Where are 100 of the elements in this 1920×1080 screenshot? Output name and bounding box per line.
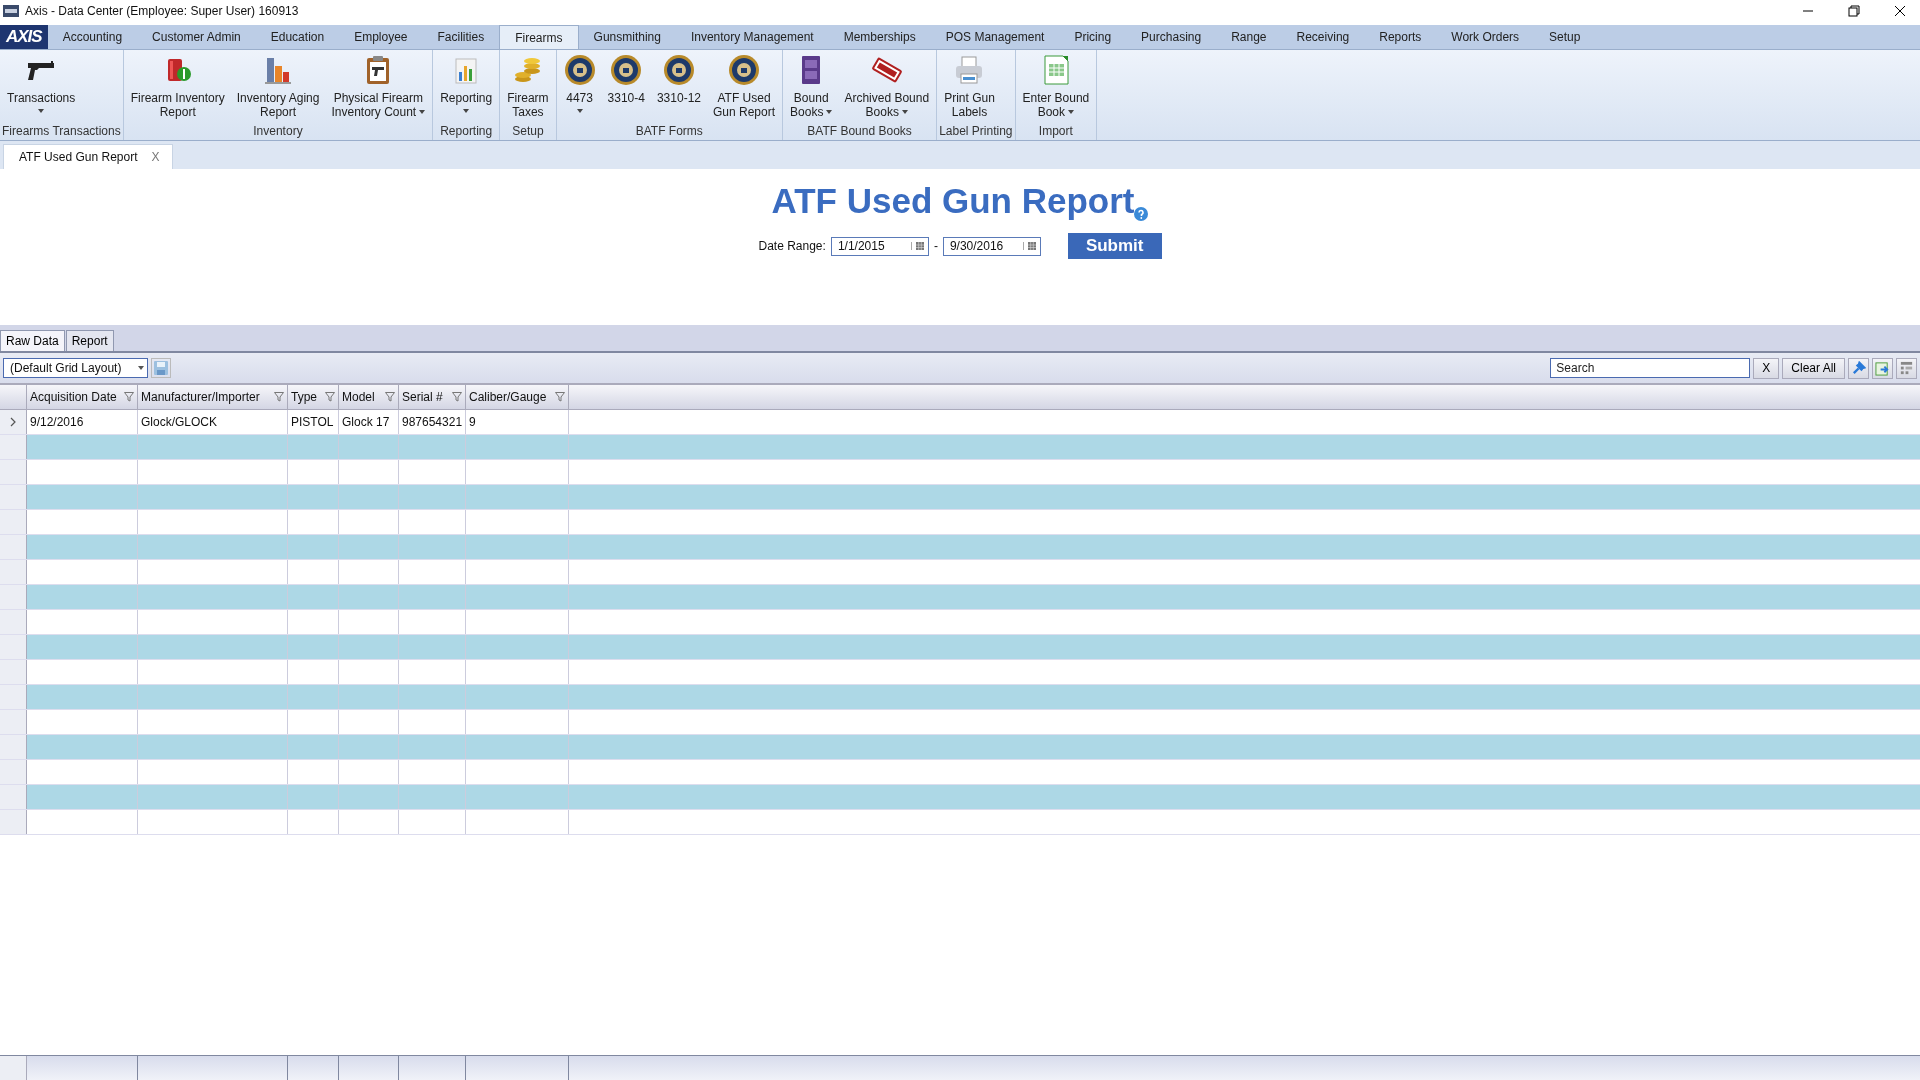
row-header[interactable] [0,685,27,709]
clear-search-button[interactable]: X [1753,357,1780,379]
app-icon [3,5,19,17]
export-button[interactable] [1872,357,1893,379]
date-range-label: Date Range: [758,239,826,253]
menu-tab[interactable]: Receiving [1281,25,1365,49]
caret-icon [826,110,833,114]
column-header[interactable]: Caliber/Gauge [466,385,569,409]
filter-icon[interactable] [124,392,134,402]
row-header[interactable] [0,660,27,684]
close-tab-button[interactable]: X [151,150,160,164]
ribbon-button[interactable]: Inventory Aging Report [231,50,325,124]
menu-tab[interactable]: Memberships [828,25,931,49]
ribbon-button[interactable]: 3310-4 [602,50,650,124]
row-header[interactable] [0,785,27,809]
row-header[interactable] [0,735,27,759]
group-label: Inventory [252,124,304,140]
group-label: Firearms Transactions [2,124,121,140]
caret-icon [38,109,45,113]
group-label: Setup [511,124,545,140]
row-header[interactable] [0,810,27,834]
filter-icon[interactable] [555,392,565,402]
date-field[interactable]: 1/1/2015 [830,236,929,256]
filter-icon[interactable] [274,392,284,402]
row-header[interactable] [0,410,27,434]
filter-icon[interactable] [385,392,395,402]
column-header[interactable]: Model [339,385,399,409]
columns-button[interactable] [1896,357,1917,379]
search-field[interactable]: Search [1550,358,1751,378]
column-header[interactable]: Acquisition Date [27,385,138,409]
document-tab[interactable]: ATF Used Gun Report X [3,144,173,169]
ribbon-button[interactable]: Firearm Inventory Report [125,50,230,124]
row-header[interactable] [0,485,27,509]
ribbon-button[interactable]: Enter Bound Book [1017,50,1095,124]
menu-tab[interactable]: Pricing [1059,25,1127,49]
view-tab[interactable]: Report [65,330,114,351]
report-title: ATF Used Gun Report [771,181,1135,221]
row-header[interactable] [0,585,27,609]
row-header[interactable] [0,560,27,584]
columns-icon [1899,360,1914,376]
row-header[interactable] [0,510,27,534]
view-tab[interactable]: Raw Data [0,330,65,351]
group-label: Import [1037,124,1074,140]
table-cell: PISTOL [288,410,339,434]
menu-tab[interactable]: Firearms [499,25,579,49]
menu-tab[interactable]: Facilities [422,25,500,49]
caret-icon [1068,110,1075,114]
caret-icon [576,109,583,113]
window-title: Axis - Data Center (Employee: Super User) 160913 [25,4,299,18]
ribbon-button[interactable]: 3310-12 [651,50,706,124]
date-field[interactable]: 9/30/2016 [942,236,1041,256]
menu-tab[interactable]: Accounting [47,25,138,49]
clear-all-button[interactable]: Clear All [1782,357,1845,379]
menu-tab[interactable]: Purchasing [1126,25,1217,49]
ribbon-button[interactable]: Firearm Taxes [502,50,554,124]
table-cell: Glock/GLOCK [138,410,288,434]
menu-tab[interactable]: Inventory Management [675,25,829,49]
pin-button[interactable] [1848,357,1869,379]
menu-tab[interactable]: Customer Admin [137,25,256,49]
menu-tab[interactable]: Reports [1364,25,1437,49]
menu-tab[interactable]: POS Management [930,25,1060,49]
seal-icon [728,54,760,86]
row-header[interactable] [0,535,27,559]
filter-icon[interactable] [452,392,462,402]
ribbon-button[interactable]: Print Gun Labels [939,50,1000,124]
table-cell: 9/12/2016 [27,410,138,434]
menu-tab[interactable]: Range [1216,25,1282,49]
table-cell: 9 [466,410,569,434]
ribbon-button[interactable]: Physical Firearm Inventory Count [326,50,431,124]
ribbon-button[interactable]: Reporting [435,50,498,124]
menu-tab[interactable]: Employee [339,25,423,49]
row-header[interactable] [0,635,27,659]
ribbon-button[interactable]: Transactions [2,50,81,124]
row-header[interactable] [0,760,27,784]
restore-icon[interactable] [1848,5,1860,17]
filter-icon[interactable] [325,392,335,402]
row-header[interactable] [0,610,27,634]
menu-tab[interactable]: Education [255,25,340,49]
column-header[interactable]: Serial # [399,385,466,409]
menu-tab[interactable]: Work Orders [1436,25,1535,49]
ribbon-button[interactable]: 4473 [558,50,601,124]
range-separator: - [933,239,938,253]
ribbon-button[interactable]: ATF Used Gun Report [708,50,781,124]
close-icon[interactable] [1894,5,1906,17]
layout-dropdown[interactable]: (Default Grid Layout) [3,358,148,378]
submit-button[interactable]: Submit [1067,233,1162,259]
row-header[interactable] [0,710,27,734]
help-icon[interactable] [1134,207,1149,221]
ribbon-button[interactable]: Archived Bound Books [839,50,935,124]
menu-tab[interactable]: Gunsmithing [578,25,676,49]
row-header[interactable] [0,435,27,459]
tab-label[interactable]: ATF Used Gun Report [19,150,138,164]
ribbon-button[interactable]: Bound Books [785,50,838,124]
column-header[interactable]: Manufacturer/Importer [138,385,288,409]
column-header[interactable]: Type [288,385,339,409]
caret-icon [419,110,426,114]
row-header[interactable] [0,460,27,484]
menu-tab[interactable]: Setup [1534,25,1596,49]
group-label: BATF Bound Books [806,124,913,140]
save-icon[interactable] [151,358,171,378]
